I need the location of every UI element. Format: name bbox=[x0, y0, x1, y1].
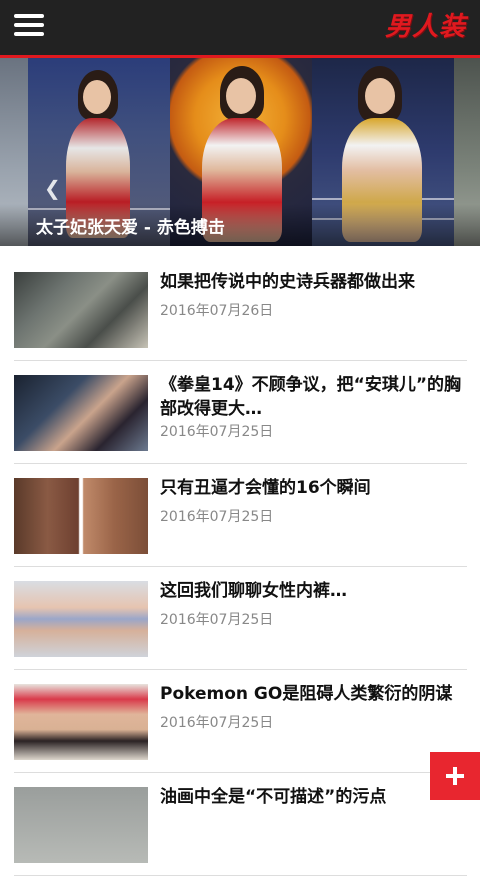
article-date: 2016年07月26日 bbox=[160, 303, 274, 319]
list-item[interactable]: 油画中全是“不可描述”的污点 bbox=[14, 773, 467, 876]
list-item[interactable]: 这回我们聊聊女性内裤… 2016年07月25日 bbox=[14, 567, 467, 670]
list-item[interactable]: 只有丑逼才会懂的16个瞬间 2016年07月25日 bbox=[14, 464, 467, 567]
banner-caption-overlay: 太子妃张天爱 - 赤色搏击 bbox=[0, 204, 480, 246]
app-logo: 男人装 bbox=[384, 12, 466, 42]
article-date: 2016年07月25日 bbox=[160, 715, 274, 731]
list-item[interactable]: 如果把传说中的史诗兵器都做出来 2016年07月26日 bbox=[14, 258, 467, 361]
article-title: 《拳皇14》不顾争议，把“安琪儿”的胸部改得更大… bbox=[160, 375, 462, 419]
article-title: 只有丑逼才会懂的16个瞬间 bbox=[160, 478, 371, 498]
chevron-left-icon[interactable]: ❮ bbox=[44, 176, 61, 200]
article-title: 油画中全是“不可描述”的污点 bbox=[160, 787, 387, 807]
article-title: 这回我们聊聊女性内裤… bbox=[160, 581, 347, 601]
article-thumbnail bbox=[14, 787, 148, 863]
article-thumbnail bbox=[14, 272, 148, 348]
plus-icon[interactable] bbox=[430, 752, 480, 800]
article-title: Pokemon GO是阻碍人类繁衍的阴谋 bbox=[160, 684, 453, 704]
article-title: 如果把传说中的史诗兵器都做出来 bbox=[160, 272, 415, 292]
article-thumbnail bbox=[14, 375, 148, 451]
article-date: 2016年07月25日 bbox=[160, 509, 274, 525]
article-thumbnail bbox=[14, 581, 148, 657]
article-thumbnail bbox=[14, 684, 148, 760]
article-list: 如果把传说中的史诗兵器都做出来 2016年07月26日 《拳皇14》不顾争议，把… bbox=[14, 258, 467, 876]
article-date: 2016年07月25日 bbox=[160, 612, 274, 628]
featured-banner-carousel[interactable]: ❮ 太子妃张天爱 - 赤色搏击 bbox=[0, 58, 480, 246]
article-date: 2016年07月25日 bbox=[160, 424, 274, 440]
banner-caption: 太子妃张天爱 - 赤色搏击 bbox=[36, 218, 225, 238]
list-item[interactable]: Pokemon GO是阻碍人类繁衍的阴谋 2016年07月25日 bbox=[14, 670, 467, 773]
article-thumbnail bbox=[14, 478, 148, 554]
top-app-bar: 男人装 bbox=[0, 0, 480, 58]
list-item[interactable]: 《拳皇14》不顾争议，把“安琪儿”的胸部改得更大… 2016年07月25日 bbox=[14, 361, 467, 464]
hamburger-menu-icon[interactable] bbox=[14, 14, 44, 40]
